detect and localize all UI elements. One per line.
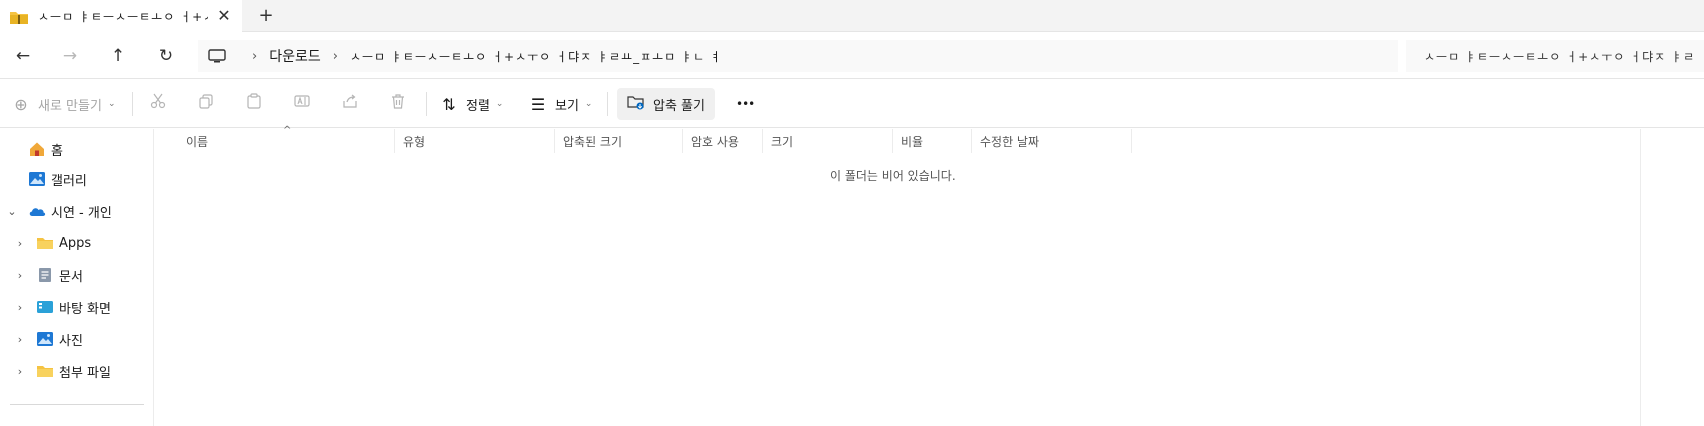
details-pane-divider[interactable] <box>1640 129 1641 426</box>
sidebar-item-label: 홈 <box>51 143 63 159</box>
pictures-icon <box>36 331 54 347</box>
chevron-right-icon[interactable]: › <box>14 269 26 282</box>
sidebar-item-label: 시연 - 개인 <box>51 205 112 221</box>
sidebar-divider <box>10 404 144 405</box>
chevron-right-icon[interactable]: › <box>14 301 26 314</box>
extract-all-label: 압축 풀기 <box>653 98 705 114</box>
view-button[interactable]: ☰ 보기 ⌄ <box>529 88 593 120</box>
sidebar-item-label: 사진 <box>59 333 83 349</box>
breadcrumb-separator[interactable]: › <box>333 49 338 64</box>
column-header-modified[interactable]: 수정한 날짜 <box>972 129 1132 153</box>
breadcrumb-separator[interactable]: › <box>252 49 257 64</box>
navigation-pane: 홈 갤러리 ⌄ 시연 - 개인 › Apps › 문서 › 바탕 화면 › 사진… <box>0 129 154 426</box>
column-header-compressed-size[interactable]: 압축된 크기 <box>555 129 683 153</box>
column-header-ratio[interactable]: 비율 <box>893 129 972 153</box>
rename-icon[interactable] <box>290 92 314 116</box>
column-header-label: 크기 <box>771 134 794 149</box>
divider <box>132 92 133 116</box>
command-bar: ⊕ 새로 만들기 ⌄ ⇅ 정렬 ⌄ ☰ 보기 ⌄ 압축 풀기 ••• <box>0 80 1704 128</box>
new-tab-button[interactable]: + <box>256 6 276 26</box>
cut-icon[interactable] <box>146 92 170 116</box>
column-header-label: 암호 사용 <box>691 134 739 149</box>
forward-button[interactable]: → <box>58 44 82 68</box>
divider <box>426 92 427 116</box>
column-header-type[interactable]: 유형 <box>395 129 555 153</box>
desktop-icon <box>36 299 54 315</box>
sidebar-item-label: Apps <box>59 235 92 251</box>
sidebar-item-attachments[interactable]: › 첨부 파일 <box>0 356 154 386</box>
close-icon[interactable]: ✕ <box>216 8 232 24</box>
sidebar-item-documents[interactable]: › 문서 <box>0 260 154 290</box>
share-icon[interactable] <box>338 92 362 116</box>
sidebar-item-pictures[interactable]: › 사진 <box>0 324 154 354</box>
view-list-icon: ☰ <box>530 94 546 114</box>
sidebar-item-home[interactable]: 홈 <box>0 134 154 164</box>
sidebar-item-onedrive[interactable]: ⌄ 시연 - 개인 <box>0 196 154 226</box>
gallery-icon <box>28 171 46 187</box>
cloud-icon <box>28 203 46 219</box>
extract-all-button[interactable]: 압축 풀기 <box>617 88 715 120</box>
sort-icon: ⇅ <box>442 94 456 114</box>
chevron-right-icon[interactable]: › <box>14 365 26 378</box>
extract-folder-icon <box>627 94 645 114</box>
home-icon <box>28 141 46 157</box>
sort-ascending-icon: ^ <box>283 125 292 136</box>
file-list: 이름 ^ 유형 압축된 크기 암호 사용 크기 비율 수정한 날짜 이 폴더는 … <box>155 125 1704 426</box>
sidebar-item-desktop[interactable]: › 바탕 화면 <box>0 292 154 322</box>
sort-button[interactable]: ⇅ 정렬 ⌄ <box>440 88 503 120</box>
breadcrumb[interactable]: › 다운로드 › ㅅㅡㅁ ㅑㅌㅡㅅㅡㅌㅗㅇ ㅓ+ㅅㅜㅇ ㅓ댜ㅈ ㅑㄹㅛ_ㅍㅗㅁ … <box>198 40 1398 72</box>
sidebar-item-gallery[interactable]: 갤러리 <box>0 164 154 194</box>
folder-icon <box>36 363 54 379</box>
tab-title: ㅅㅡㅁ ㅑㅌㅡㅅㅡㅌㅗㅇ ㅓ+ㅅ <box>38 9 208 24</box>
column-header-label: 유형 <box>403 134 426 149</box>
chevron-down-icon: ⌄ <box>107 99 116 109</box>
paste-icon[interactable] <box>242 92 266 116</box>
refresh-button[interactable]: ↻ <box>154 44 178 68</box>
breadcrumb-current-folder[interactable]: ㅅㅡㅁ ㅑㅌㅡㅅㅡㅌㅗㅇ ㅓ+ㅅㅜㅇ ㅓ댜ㅈ ㅑㄹㅛ_ㅍㅗㅁ ㅑㄴ ㅕ <box>350 48 722 65</box>
column-header-size[interactable]: 크기 <box>763 129 893 153</box>
search-input[interactable]: ㅅㅡㅁ ㅑㅌㅡㅅㅡㅌㅗㅇ ㅓ+ㅅㅜㅇ ㅓ댜ㅈ ㅑㄹ <box>1406 40 1704 72</box>
chevron-right-icon[interactable]: › <box>14 237 26 250</box>
sort-button-label: 정렬 <box>466 98 490 114</box>
empty-folder-message: 이 폴더는 비어 있습니다. <box>830 169 956 183</box>
chevron-down-icon[interactable]: ⌄ <box>6 205 18 218</box>
back-button[interactable]: ← <box>11 44 35 68</box>
tab-bar: ㅅㅡㅁ ㅑㅌㅡㅅㅡㅌㅗㅇ ㅓ+ㅅ ✕ + <box>0 0 1704 32</box>
delete-icon[interactable] <box>386 92 410 116</box>
copy-icon[interactable] <box>194 92 218 116</box>
sidebar-item-label: 첨부 파일 <box>59 365 111 381</box>
zip-folder-icon <box>10 9 28 24</box>
column-header-password[interactable]: 암호 사용 <box>683 129 763 153</box>
sidebar-item-label: 바탕 화면 <box>59 301 111 317</box>
more-options-button[interactable]: ••• <box>736 88 755 120</box>
column-header-name[interactable]: 이름 ^ <box>155 125 395 153</box>
chevron-down-icon: ⌄ <box>495 99 504 109</box>
this-pc-icon[interactable] <box>208 49 226 63</box>
new-button-label: 새로 만들기 <box>38 98 102 114</box>
breadcrumb-downloads[interactable]: 다운로드 <box>269 46 321 66</box>
column-header-label: 수정한 날짜 <box>980 134 1040 149</box>
tab-active[interactable]: ㅅㅡㅁ ㅑㅌㅡㅅㅡㅌㅗㅇ ㅓ+ㅅ ✕ <box>0 0 242 32</box>
address-bar: ← → ↑ ↻ › 다운로드 › ㅅㅡㅁ ㅑㅌㅡㅅㅡㅌㅗㅇ ㅓ+ㅅㅜㅇ ㅓ댜ㅈ … <box>0 33 1704 79</box>
chevron-down-icon: ⌄ <box>584 99 593 109</box>
new-button[interactable]: ⊕ 새로 만들기 ⌄ <box>12 88 115 120</box>
chevron-right-icon[interactable]: › <box>14 333 26 346</box>
sidebar-item-label: 문서 <box>59 269 83 285</box>
documents-icon <box>36 267 54 283</box>
up-button[interactable]: ↑ <box>106 44 130 68</box>
plus-circle-icon: ⊕ <box>14 94 28 114</box>
column-header-label: 압축된 크기 <box>563 134 623 149</box>
divider <box>607 92 608 116</box>
column-header-label: 비율 <box>901 134 924 149</box>
folder-icon <box>36 235 54 251</box>
column-header-label: 이름 <box>186 134 209 149</box>
sidebar-item-apps[interactable]: › Apps <box>0 228 154 258</box>
sidebar-item-label: 갤러리 <box>51 173 87 189</box>
view-button-label: 보기 <box>555 98 579 114</box>
